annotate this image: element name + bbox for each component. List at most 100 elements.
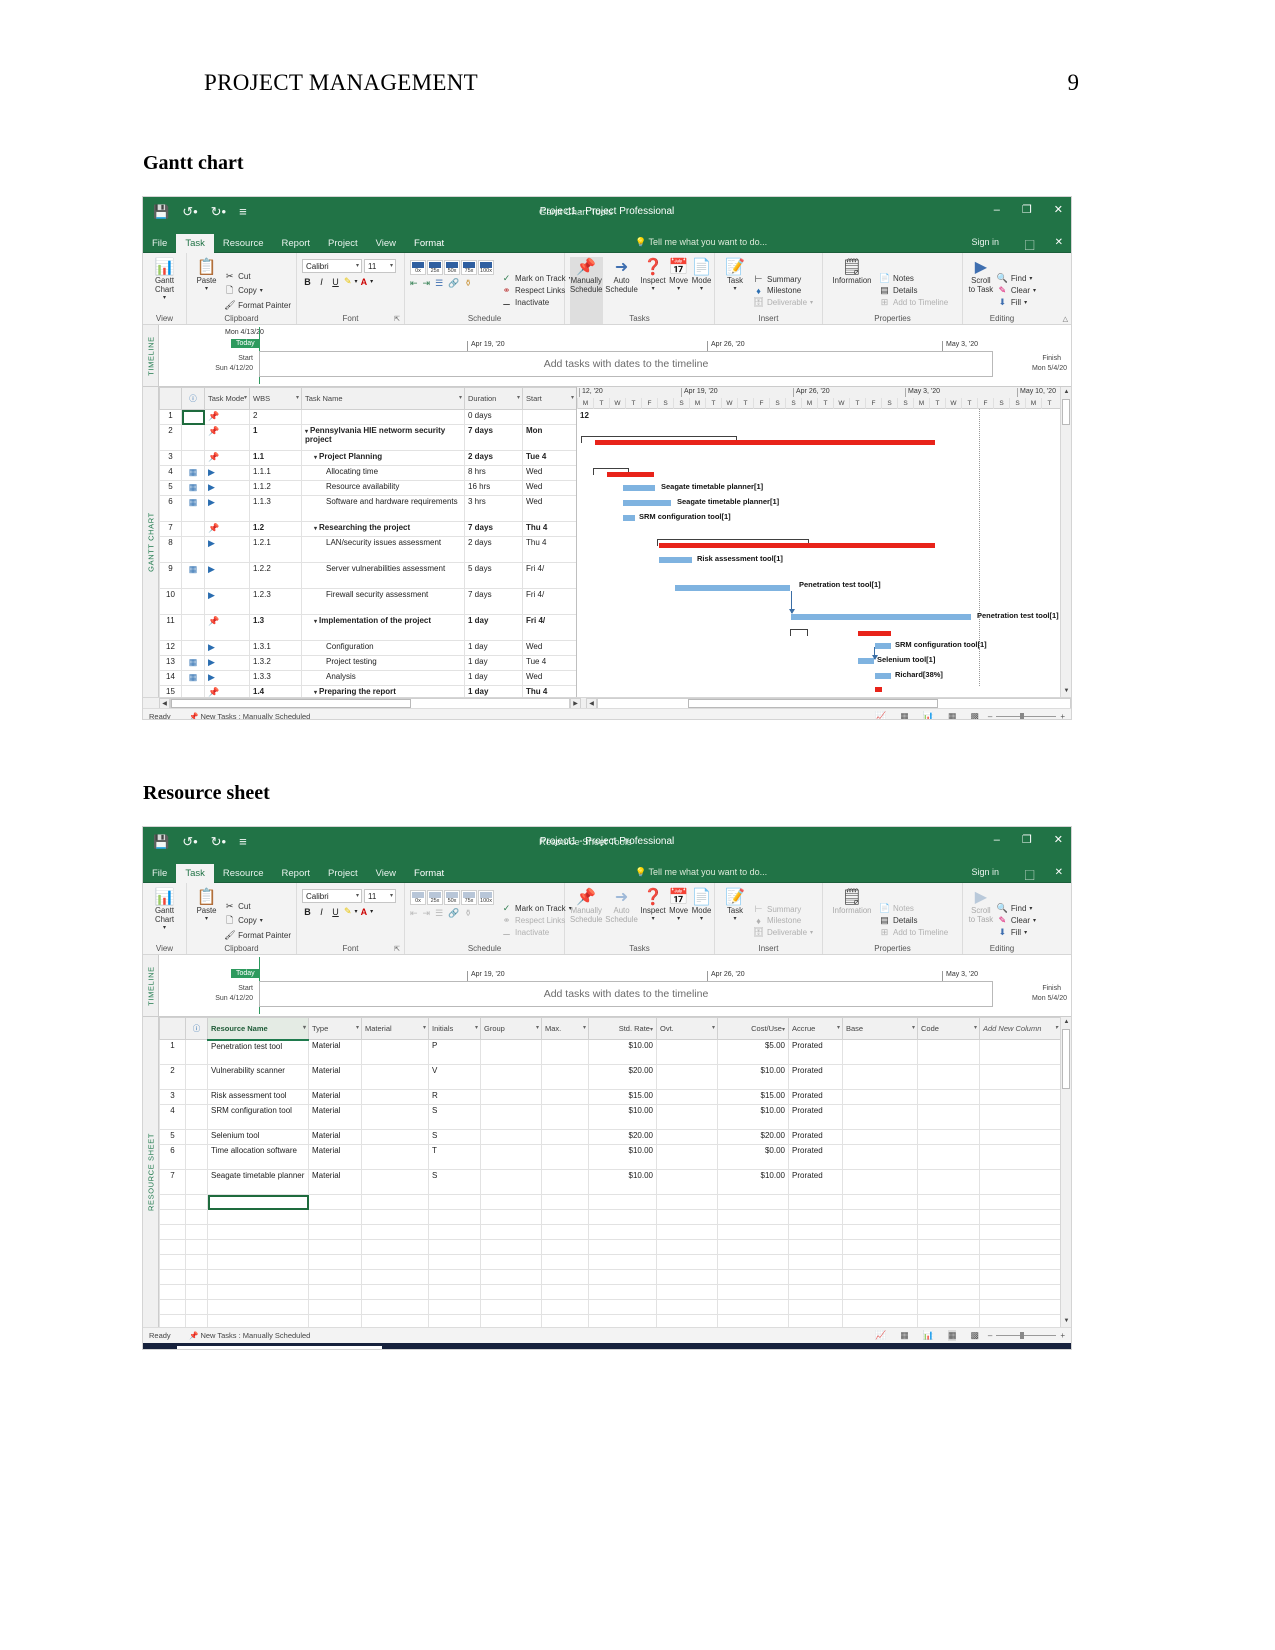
task-name-cell[interactable]: LAN/security issues assessment [301, 536, 465, 563]
task-mode-cell[interactable]: ▶ [204, 655, 250, 671]
wbs-cell[interactable]: 1.1.3 [249, 495, 302, 522]
summary-bar-implementation[interactable] [790, 629, 808, 636]
empty-cell[interactable] [361, 1284, 429, 1300]
code-cell[interactable] [917, 1129, 980, 1145]
resource-name-cell[interactable]: Selenium tool [207, 1129, 309, 1145]
empty-cell[interactable] [842, 1269, 918, 1285]
duration-cell[interactable]: 7 days [464, 521, 523, 537]
empty-cell[interactable] [207, 1284, 309, 1300]
edge-icon[interactable]: e [492, 1343, 526, 1349]
initials-cell[interactable]: S [428, 1169, 481, 1195]
empty-cell[interactable] [361, 1239, 429, 1255]
file-explorer-icon[interactable] [458, 1343, 492, 1349]
std-rate-cell[interactable]: $10.00 [588, 1039, 657, 1065]
table-row[interactable]: 4 ▦ ▶ 1.1.1 Allocating time 8 hrs Wed [159, 465, 576, 481]
view-reports-icon[interactable]: ▩ [970, 1330, 979, 1341]
task-mode-cell[interactable]: ▶ [204, 670, 250, 686]
wbs-cell[interactable]: 1.3.2 [249, 655, 302, 671]
empty-cell[interactable] [541, 1194, 589, 1210]
std-rate-cell[interactable]: $10.00 [588, 1169, 657, 1195]
task-mode-cell[interactable]: ▶ [204, 588, 250, 615]
empty-cell[interactable] [541, 1254, 589, 1270]
notes-button-r[interactable]: 📄 Notes [879, 903, 948, 914]
empty-row[interactable] [159, 1254, 1061, 1270]
collapse-ribbon-icon[interactable]: △ [1063, 315, 1068, 323]
empty-cell[interactable] [541, 1299, 589, 1315]
table-row[interactable]: 4 SRM configuration tool Material S $10.00 $1… [159, 1104, 1061, 1130]
tab-resource[interactable]: Resource [214, 234, 273, 253]
accrue-cell[interactable]: Prorated [788, 1169, 843, 1195]
inactivate-button[interactable]: ⚊ Inactivate [501, 297, 572, 308]
pct-100-button-r[interactable]: 100x [478, 890, 494, 905]
empty-cell[interactable] [361, 1269, 429, 1285]
add-new-column-cell[interactable] [979, 1144, 1061, 1170]
wbs-cell[interactable]: 1.2.3 [249, 588, 302, 615]
pct-25-button-r[interactable]: 25x [427, 890, 443, 905]
scroll-up-icon[interactable]: ▲ [1061, 387, 1071, 398]
type-cell[interactable]: Material [308, 1089, 362, 1105]
row-number[interactable]: 1 [159, 409, 182, 425]
empty-cell[interactable] [185, 1194, 208, 1210]
max-cell[interactable] [541, 1064, 589, 1090]
row-indicator-cell[interactable]: ▦ [181, 495, 205, 522]
table-row[interactable]: 10 ▶ 1.2.3 Firewall security assessment 7 da… [159, 588, 576, 615]
task-name-cell[interactable]: Analysis [301, 670, 465, 686]
std-rate-cell[interactable]: $10.00 [588, 1104, 657, 1130]
respect-links-icon2[interactable]: ☰ [435, 278, 443, 289]
gantt-vertical-scrollbar[interactable]: ▲ ▼ [1060, 387, 1071, 697]
task-mode-cell[interactable]: ▶ [204, 480, 250, 496]
collapse-triangle-icon[interactable]: ▾ [314, 619, 317, 625]
add-new-column-cell[interactable] [979, 1104, 1061, 1130]
duration-cell[interactable]: 7 days [464, 588, 523, 615]
table-row[interactable]: 3 📌 1.1 ▾ Project Planning 2 days Tue 4 [159, 450, 576, 466]
empty-cell[interactable] [717, 1239, 789, 1255]
underline-button-r[interactable]: U [330, 907, 341, 917]
empty-cell[interactable] [361, 1194, 429, 1210]
gantt-table-body[interactable]: 1 📌 2 0 days 2 📌 1 ▾ Pennsylvania HIE networm se… [159, 409, 576, 697]
empty-cell[interactable] [480, 1239, 542, 1255]
task-name-cell[interactable]: ▾ Pennsylvania HIE networm security proje… [301, 424, 465, 451]
pct-50-button[interactable]: 50x [444, 260, 460, 275]
empty-cell[interactable] [788, 1269, 843, 1285]
empty-cell[interactable] [207, 1224, 309, 1240]
cost-use-cell[interactable]: $10.00 [717, 1104, 789, 1130]
start-cell[interactable]: Wed [522, 495, 576, 522]
empty-cell[interactable] [541, 1314, 589, 1327]
resource-table-body[interactable]: 1 Penetration test tool Material P $10.00 $5.… [159, 1039, 1061, 1327]
wbs-cell[interactable]: 1.3 [249, 614, 302, 641]
visio-app-icon[interactable]: VS [730, 1343, 764, 1349]
start-cell[interactable]: Fri 4/ [522, 562, 576, 589]
window-controls-resource[interactable]: – ❐ ✕ [994, 835, 1063, 846]
mail-icon[interactable]: ✉ [560, 1343, 594, 1349]
wbs-cell[interactable]: 1.2.1 [249, 536, 302, 563]
row-number[interactable]: 6 [159, 495, 182, 522]
view-task-usage-icon[interactable]: ▦ [900, 711, 909, 719]
col-accrue[interactable]: Accrue ▾ [788, 1017, 843, 1040]
duration-cell[interactable]: 7 days [464, 424, 523, 451]
task-mode-cell[interactable]: ▶ [204, 465, 250, 481]
accrue-cell[interactable]: Prorated [788, 1064, 843, 1090]
base-cell[interactable] [842, 1169, 918, 1195]
zoom-track-r[interactable] [996, 1332, 1057, 1339]
task-name-cell[interactable]: Allocating time [301, 465, 465, 481]
bar-researching-progress[interactable] [659, 543, 935, 548]
taskbar-pinned-apps-r[interactable]: ○ ◫ e ✉ ▲ ● ● PJ VS W [390, 1343, 798, 1350]
empty-cell[interactable] [842, 1284, 918, 1300]
type-cell[interactable]: Material [308, 1064, 362, 1090]
tab-report[interactable]: Report [273, 864, 320, 883]
task-mode-cell[interactable]: 📌 [204, 614, 250, 641]
gantt-horizontal-scrollbars[interactable]: ◀ ▶ ◀ [143, 697, 1071, 709]
ovt-cell[interactable] [656, 1089, 718, 1105]
find-button[interactable]: 🔍 Find ▾ [997, 273, 1036, 284]
table-row[interactable]: 1 Penetration test tool Material P $10.00 $5.… [159, 1039, 1061, 1065]
start-cell[interactable]: Wed [522, 670, 576, 686]
cut-button-r[interactable]: ✂ Cut [224, 901, 291, 912]
empty-cell[interactable] [185, 1269, 208, 1285]
empty-cell[interactable] [428, 1239, 481, 1255]
start-cell[interactable]: Tue 4 [522, 450, 576, 466]
empty-cell[interactable] [717, 1194, 789, 1210]
duration-cell[interactable]: 1 day [464, 640, 523, 656]
ovt-cell[interactable] [656, 1064, 718, 1090]
empty-cell[interactable] [541, 1239, 589, 1255]
empty-cell[interactable] [308, 1269, 362, 1285]
